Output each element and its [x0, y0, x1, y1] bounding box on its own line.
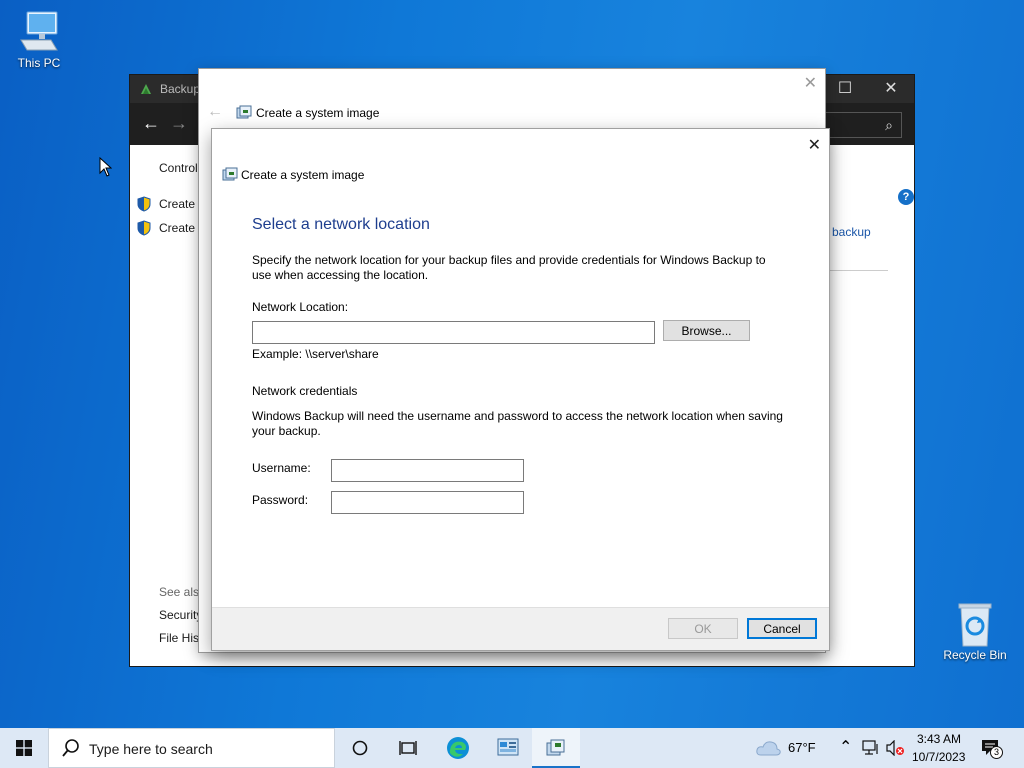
password-label: Password: — [252, 493, 309, 507]
backup-taskbar-button[interactable] — [532, 728, 580, 768]
control-panel-home-link[interactable]: Control — [159, 161, 198, 175]
intro-text: Specify the network location for your ba… — [252, 253, 766, 282]
edge-taskbar-button[interactable] — [434, 728, 482, 768]
ok-button[interactable]: OK — [668, 618, 738, 639]
task-view-button[interactable] — [384, 728, 432, 768]
see-also-link-security[interactable]: Security — [159, 608, 202, 622]
mouse-cursor-icon — [99, 157, 112, 177]
search-placeholder: Type here to search — [89, 741, 213, 757]
help-icon[interactable]: ? — [898, 189, 914, 205]
close-button[interactable]: ✕ — [868, 75, 914, 103]
computer-icon — [15, 10, 63, 54]
backup-app-icon — [141, 84, 151, 94]
wizard-title: Create a system image — [256, 106, 380, 120]
chevron-up-icon[interactable]: ⌃ — [839, 737, 852, 757]
back-arrow-icon[interactable]: ← — [207, 103, 223, 121]
desktop-icon-label: Recycle Bin — [943, 648, 1007, 662]
cancel-button[interactable]: Cancel — [747, 618, 817, 639]
cortana-circle-icon — [352, 740, 368, 756]
network-location-label: Network Location: — [252, 300, 349, 314]
maximize-button[interactable]: ☐ — [822, 75, 868, 103]
close-icon[interactable]: ✕ — [808, 135, 821, 155]
taskbar: Type here to search 67°F ⌃ 3:43 AM 10/7/… — [0, 728, 1024, 768]
dialog-title: Create a system image — [241, 168, 365, 182]
cortana-button[interactable] — [336, 728, 384, 768]
search-icon: ⌕ — [885, 117, 893, 133]
desktop-icon-label: This PC — [17, 56, 61, 70]
window-title: Backup — [160, 82, 201, 96]
username-input[interactable] — [331, 459, 524, 482]
backup-image-icon — [236, 105, 252, 119]
notification-count-badge: 3 — [990, 746, 1003, 759]
username-label: Username: — [252, 461, 311, 475]
search-icon — [62, 739, 79, 757]
weather-temperature[interactable]: 67°F — [788, 740, 816, 755]
divider — [820, 270, 888, 271]
taskbar-search-box[interactable]: Type here to search — [48, 728, 335, 768]
password-input[interactable] — [331, 491, 524, 514]
select-network-location-dialog[interactable]: ✕ Create a system image Select a network… — [212, 129, 829, 650]
page-heading: Select a network location — [252, 216, 430, 233]
backup-image-icon — [546, 739, 565, 756]
clock-date[interactable]: 10/7/2023 — [912, 750, 965, 764]
example-text: Example: \\server\share — [252, 347, 379, 361]
desktop-icon-this-pc[interactable]: This PC — [3, 10, 75, 70]
back-arrow-icon[interactable]: ← — [142, 113, 160, 134]
uac-shield-icon — [137, 220, 151, 236]
uac-shield-icon — [137, 196, 151, 212]
cloudy-weather-icon[interactable] — [755, 739, 781, 757]
credentials-heading: Network credentials — [252, 384, 358, 398]
network-location-input[interactable] — [252, 321, 655, 344]
clock-time[interactable]: 3:43 AM — [917, 732, 961, 746]
backup-image-icon — [222, 167, 238, 181]
close-icon[interactable]: ✕ — [804, 73, 817, 93]
recycle-bin-icon — [951, 602, 999, 647]
forward-arrow-icon[interactable]: → — [170, 113, 188, 134]
notification-center-button[interactable]: 3 — [978, 736, 1004, 760]
browse-button[interactable]: Browse... — [663, 320, 750, 341]
see-also-link-file-history[interactable]: File Hist — [159, 631, 202, 645]
credentials-text: Windows Backup will need the username an… — [252, 409, 783, 438]
volume-muted-icon[interactable] — [885, 740, 905, 756]
control-panel-icon — [497, 738, 519, 756]
network-icon[interactable] — [862, 740, 880, 756]
setup-backup-link[interactable]: p backup — [822, 225, 871, 239]
task-view-icon — [399, 741, 417, 755]
control-panel-taskbar-button[interactable] — [484, 728, 532, 768]
start-button[interactable] — [0, 728, 48, 768]
dialog-footer: OK Cancel — [212, 607, 829, 650]
windows-logo-icon — [16, 740, 32, 756]
desktop-icon-recycle-bin[interactable]: Recycle Bin — [939, 602, 1011, 662]
edge-browser-icon — [447, 737, 469, 759]
